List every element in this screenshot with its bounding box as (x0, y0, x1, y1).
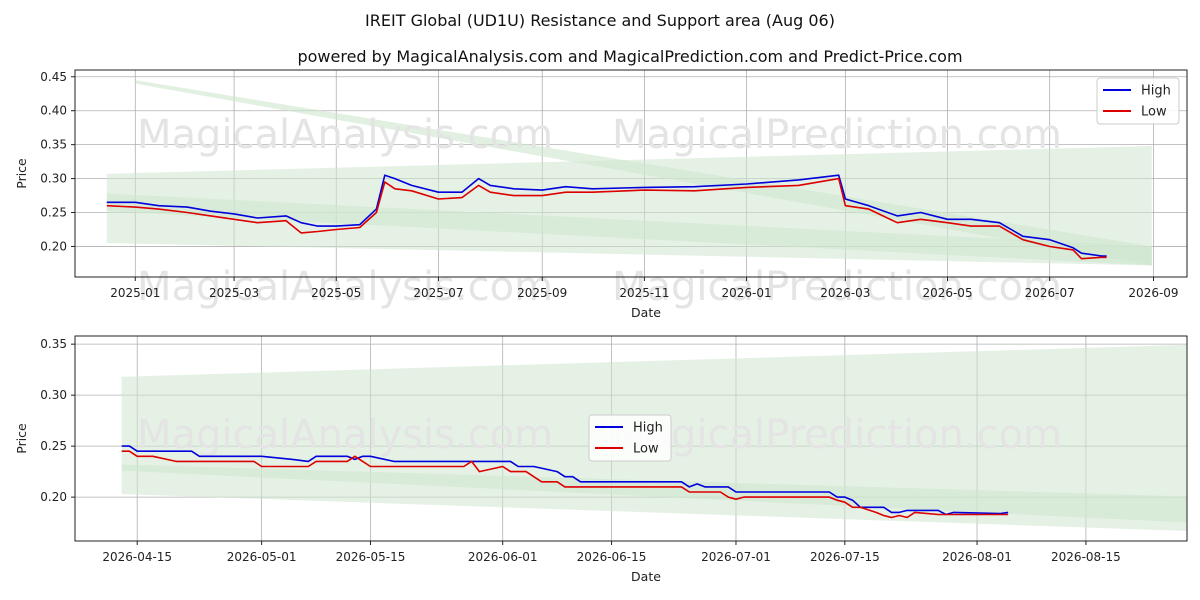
x-tick-label: 2025-09 (517, 286, 567, 300)
upper-chart-panel: MagicalAnalysis.com MagicalPrediction.com… (14, 69, 1188, 320)
y-tick-label: 0.45 (40, 70, 67, 84)
chart-subtitle: powered by MagicalAnalysis.com and Magic… (297, 47, 962, 66)
y-axis-label: Price (14, 423, 29, 454)
x-tick-label: 2025-11 (619, 286, 669, 300)
x-tick-label: 2026-04-15 (102, 550, 172, 564)
x-tick-label: 2026-01 (721, 286, 771, 300)
x-tick-label: 2026-06-15 (577, 550, 647, 564)
x-tick-label: 2026-06-01 (468, 550, 538, 564)
watermark-text: MagicalPrediction.com (612, 412, 1062, 458)
x-tick-label: 2025-03 (209, 286, 259, 300)
x-tick-label: 2025-07 (413, 286, 463, 300)
legend-label-low: Low (1141, 105, 1167, 120)
x-tick-label: 2026-08-15 (1051, 550, 1121, 564)
x-tick-label: 2026-07-01 (701, 550, 771, 564)
x-axis-label: Date (631, 305, 661, 320)
watermark-text: MagicalPrediction.com (612, 112, 1062, 158)
x-tick-label: 2026-05 (922, 286, 972, 300)
legend-label-low: Low (633, 442, 659, 457)
lower-chart-panel: MagicalAnalysis.com MagicalPrediction.com… (14, 335, 1188, 584)
figure: IREIT Global (UD1U) Resistance and Suppo… (14, 11, 1188, 584)
y-tick-label: 0.35 (40, 138, 67, 152)
watermark-text: MagicalAnalysis.com (137, 412, 553, 458)
x-tick-label: 2026-05-15 (336, 550, 406, 564)
x-tick-label: 2025-01 (110, 286, 160, 300)
x-tick-label: 2026-03 (820, 286, 870, 300)
y-tick-label: 0.35 (40, 337, 67, 351)
legend-label-high: High (633, 421, 663, 436)
legend-label-high: High (1141, 84, 1171, 99)
x-tick-label: 2026-08-01 (942, 550, 1012, 564)
x-tick-label: 2026-09 (1128, 286, 1178, 300)
chart-title: IREIT Global (UD1U) Resistance and Suppo… (365, 11, 835, 30)
y-tick-label: 0.25 (40, 439, 67, 453)
x-tick-label: 2026-05-01 (227, 550, 297, 564)
x-tick-label: 2025-05 (311, 286, 361, 300)
y-tick-label: 0.40 (40, 104, 67, 118)
x-tick-label: 2026-07 (1025, 286, 1075, 300)
watermark-text: MagicalAnalysis.com (137, 112, 553, 158)
legend: High Low (1096, 77, 1180, 125)
y-tick-label: 0.30 (40, 172, 67, 186)
y-tick-label: 0.20 (40, 239, 67, 253)
x-axis-label: Date (631, 569, 661, 584)
y-tick-label: 0.25 (40, 206, 67, 220)
bands (106, 80, 1152, 266)
y-tick-label: 0.20 (40, 490, 67, 504)
x-tick-label: 2026-07-15 (810, 550, 880, 564)
y-axis-label: Price (14, 158, 29, 189)
legend: High Low (588, 414, 672, 462)
y-tick-label: 0.30 (40, 388, 67, 402)
